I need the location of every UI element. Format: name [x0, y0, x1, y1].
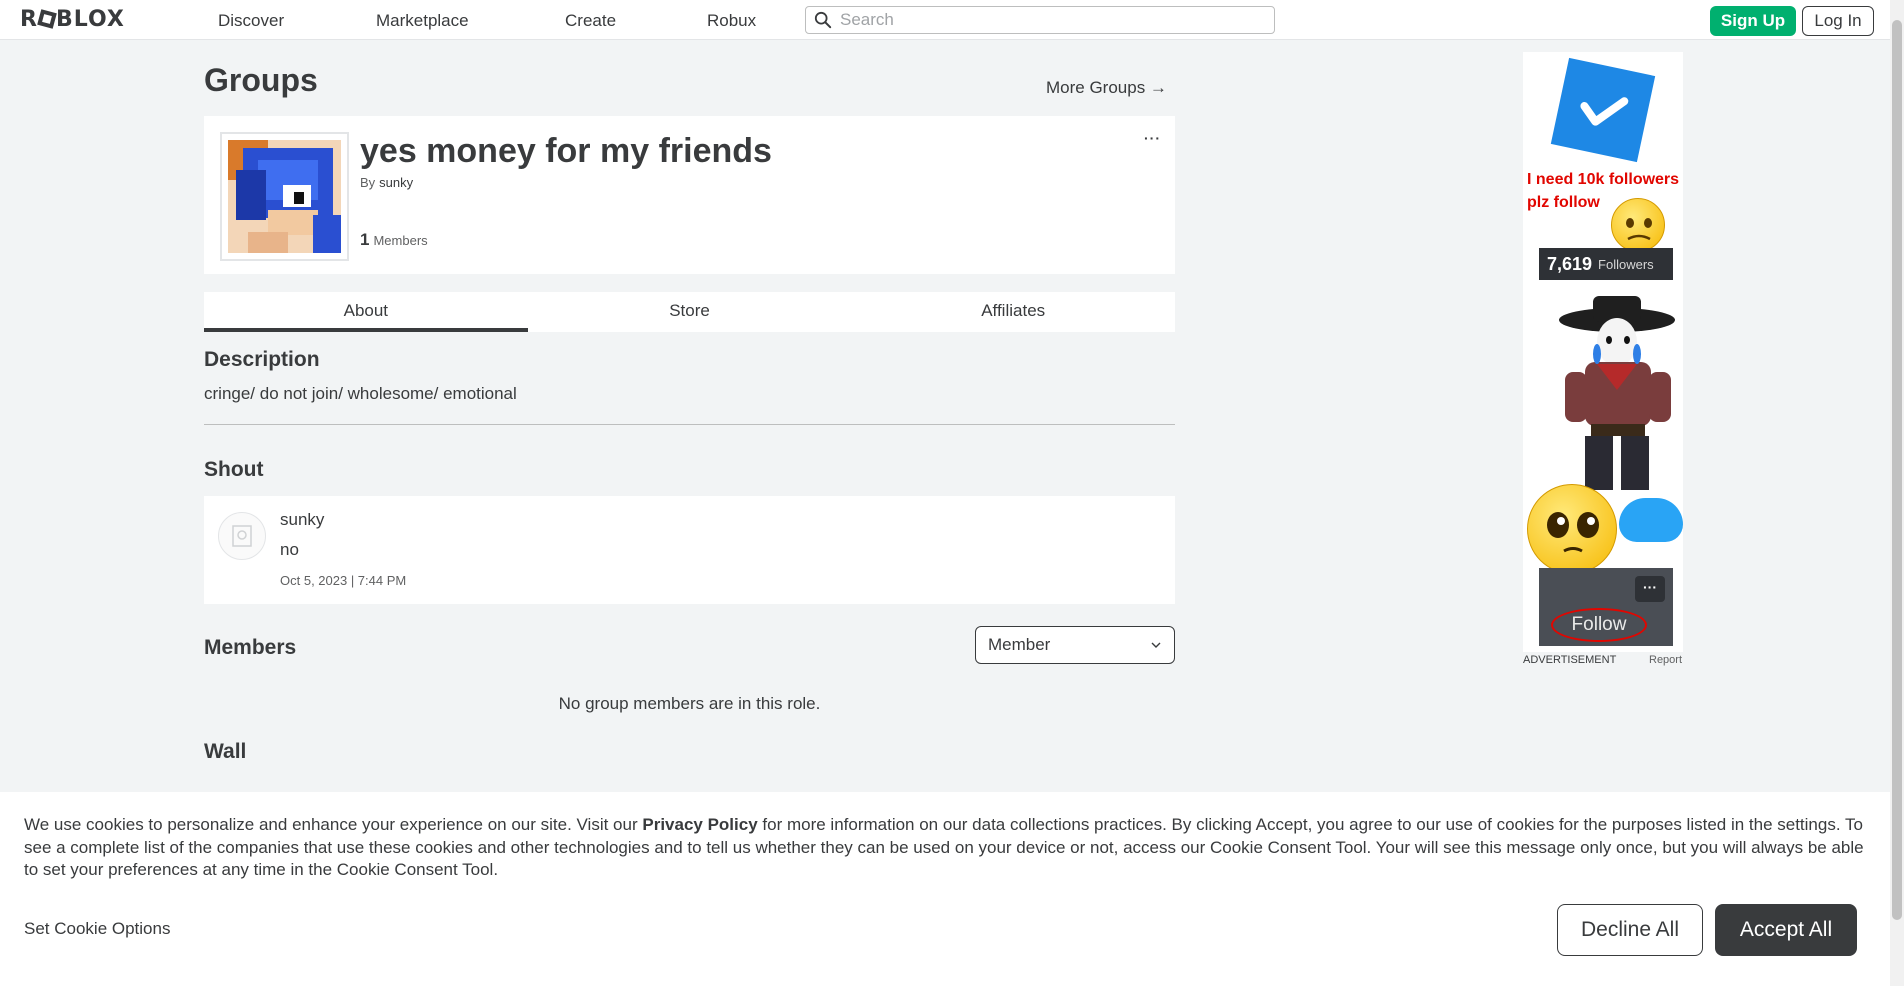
tab-store[interactable]: Store	[528, 292, 852, 332]
shout-username[interactable]: sunky	[280, 510, 324, 530]
nav-link-create[interactable]: Create	[565, 11, 616, 31]
group-options-menu-icon[interactable]: ···	[1144, 130, 1161, 146]
decline-all-button[interactable]: Decline All	[1557, 904, 1703, 956]
cookie-consent-banner: We use cookies to personalize and enhanc…	[0, 792, 1890, 986]
chevron-down-icon	[1151, 642, 1161, 648]
wall-title: Wall	[204, 740, 247, 763]
group-header-card: yes money for my friends By sunky 1 Member…	[204, 116, 1175, 274]
page-scrollbar[interactable]	[1890, 0, 1904, 986]
no-members-message: No group members are in this role.	[558, 694, 821, 713]
cloud-icon	[1619, 498, 1683, 542]
section-divider	[204, 424, 1175, 425]
ad-followers-count: 7,619	[1547, 253, 1593, 274]
roblox-logo[interactable]: R BLOX	[20, 7, 125, 32]
verified-check-icon	[1550, 57, 1656, 163]
ad-followers-badge: 7,619 Followers	[1539, 248, 1673, 280]
group-emblem	[220, 132, 349, 261]
accept-all-button[interactable]: Accept All	[1715, 904, 1857, 956]
role-dropdown-value: Member	[988, 635, 1051, 654]
sad-emoji-icon	[1611, 198, 1665, 252]
description-title: Description	[204, 348, 320, 371]
group-owner-prefix: By	[360, 175, 376, 190]
search-icon	[814, 11, 832, 29]
group-owner: By sunky	[360, 175, 413, 190]
advertisement-label: ADVERTISEMENT	[1523, 654, 1617, 666]
cookie-text-before: We use cookies to personalize and enhanc…	[24, 815, 643, 834]
tab-about[interactable]: About	[204, 292, 528, 332]
group-name: yes money for my friends	[360, 132, 772, 170]
avatar-placeholder-icon	[232, 525, 252, 547]
scrollbar-thumb[interactable]	[1892, 20, 1902, 920]
search-input[interactable]	[840, 10, 1260, 30]
nav-link-marketplace[interactable]: Marketplace	[376, 11, 469, 31]
group-tabs: About Store Affiliates	[204, 292, 1175, 332]
ad-report-link[interactable]: Report	[1649, 654, 1682, 666]
privacy-policy-link[interactable]: Privacy Policy	[642, 815, 757, 834]
shout-message: no	[280, 540, 299, 559]
nav-link-robux[interactable]: Robux	[707, 11, 756, 31]
member-count-value: 1	[360, 230, 370, 249]
search-box	[805, 6, 1275, 34]
member-count-label: Members	[373, 233, 428, 248]
cowboy-avatar-icon	[1559, 296, 1675, 490]
members-title: Members	[204, 636, 297, 659]
login-button[interactable]: Log In	[1802, 6, 1874, 36]
cookie-consent-text: We use cookies to personalize and enhanc…	[24, 814, 1870, 882]
page-title: Groups	[204, 62, 318, 98]
shout-card: sunky no Oct 5, 2023 | 7:44 PM	[204, 496, 1175, 604]
pleading-emoji-icon	[1527, 484, 1617, 574]
signup-button[interactable]: Sign Up	[1710, 6, 1796, 36]
group-emblem-image	[228, 140, 341, 253]
role-dropdown[interactable]: Member	[975, 626, 1175, 664]
logo-o-icon	[37, 9, 57, 29]
group-owner-link[interactable]: sunky	[379, 175, 413, 190]
top-navigation: R BLOX Discover Marketplace Create Robux …	[0, 0, 1890, 40]
set-cookie-options-link[interactable]: Set Cookie Options	[24, 919, 170, 939]
group-member-count: 1 Members	[360, 230, 428, 250]
shout-title: Shout	[204, 458, 264, 481]
description-text: cringe/ do not join/ wholesome/ emotiona…	[204, 384, 517, 403]
shout-avatar[interactable]	[218, 512, 266, 560]
more-groups-link[interactable]: More Groups →	[1046, 78, 1167, 98]
ad-followers-label: Followers	[1598, 256, 1654, 272]
ad-more-icon: ···	[1635, 576, 1665, 602]
ad-follow-button: Follow	[1551, 608, 1647, 642]
shout-timestamp: Oct 5, 2023 | 7:44 PM	[280, 573, 407, 588]
nav-link-discover[interactable]: Discover	[218, 11, 284, 31]
advertisement-banner[interactable]: I need 10k followers plz follow 7,619 Fo…	[1523, 52, 1683, 652]
tab-affiliates[interactable]: Affiliates	[851, 292, 1175, 332]
